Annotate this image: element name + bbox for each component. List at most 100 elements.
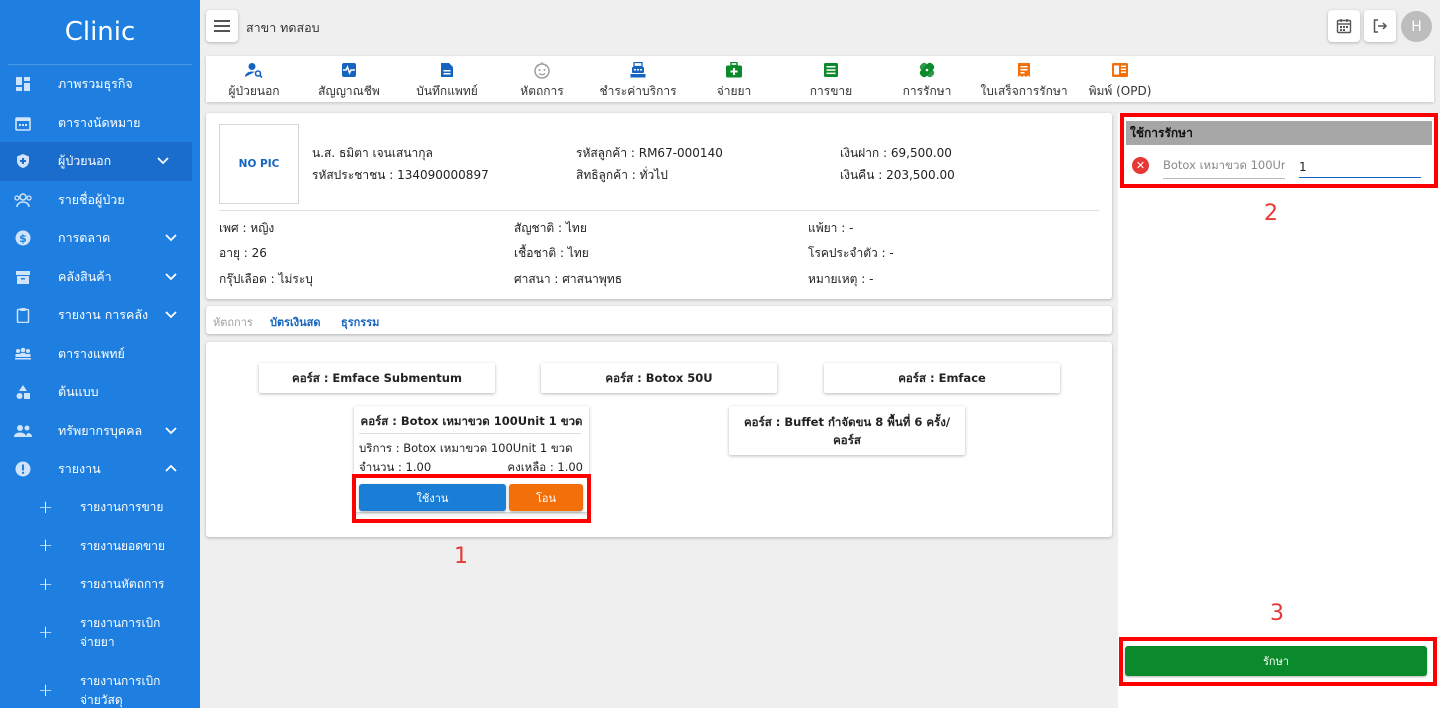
patient-sex: เพศ : หญิง (219, 221, 275, 235)
calendar-button[interactable] (1328, 10, 1360, 42)
tab-procedure[interactable]: หัตถการ (213, 313, 253, 331)
branch-label: สาขา ทดสอบ (246, 20, 320, 35)
patient-religion: ศาสนา : ศาสนาพุทธ (514, 272, 623, 286)
sidebar-subitem-label: รายงานหัตถการ (80, 577, 165, 592)
hamburger-icon (214, 20, 230, 32)
patient-blood: กรุ๊ปเลือด : ไม่ระบุ (219, 272, 313, 286)
dashboard-icon (14, 75, 32, 93)
sidebar-item-5[interactable]: คลังสินค้า (0, 258, 200, 297)
sidebar-item-6[interactable]: รายงาน การคลัง (0, 296, 200, 335)
plus-icon: + (38, 535, 54, 557)
sidebar-subitem-4[interactable]: + รายงานการเบิก จ่ายวัสดุ (0, 662, 200, 708)
team-icon (14, 422, 32, 440)
sidebar-nav: ภาพรวมธุรกิจตารางนัดหมายผู้ป่วยนอกรายชื่… (0, 65, 200, 489)
sales-list-icon (783, 61, 879, 79)
module-tab-label: หัตถการ (520, 84, 564, 98)
module-tab-cashier[interactable]: ชำระค่าบริการ (590, 61, 686, 101)
deposit-amount: เงินฝาก : 69,500.00 (840, 146, 952, 160)
user-search-icon (206, 61, 302, 79)
calendar-icon (14, 114, 32, 132)
module-tab-label: ชำระค่าบริการ (599, 84, 677, 98)
face-icon (494, 61, 590, 79)
module-tab-sales-list[interactable]: การขาย (783, 61, 879, 101)
course-emface-submentum[interactable]: คอร์ส : Emface Submentum (259, 363, 495, 393)
module-tab-label: การขาย (809, 84, 853, 98)
calendar-icon (1336, 19, 1352, 34)
plus-icon: + (38, 573, 54, 595)
sidebar-item-9[interactable]: ทรัพยากรบุคคล (0, 412, 200, 451)
sidebar-item-3[interactable]: รายชื่อผู้ป่วย (0, 181, 200, 220)
sidebar-item-7[interactable]: ตารางแพทย์ (0, 335, 200, 374)
module-tab-label: การรักษา (902, 84, 952, 98)
document-icon (399, 61, 495, 79)
bandage-icon (879, 61, 975, 79)
svg-text:$: $ (19, 232, 27, 245)
logout-button[interactable] (1364, 10, 1396, 42)
shapes-icon (14, 383, 32, 401)
module-tabs: ผู้ป่วยนอก สัญญาณชีพ บันทึกแพทย์ หัตถการ ชำร… (206, 56, 1434, 102)
tab-cash-card[interactable]: บัตรเงินสด (270, 313, 321, 331)
module-tab-medkit[interactable]: จ่ายยา (686, 61, 782, 101)
customer-code: รหัสลูกค้า : RM67-000140 (576, 146, 723, 160)
sidebar-subitem-1[interactable]: + รายงานยอดขาย (0, 527, 200, 566)
sidebar-item-10[interactable]: รายงาน (0, 450, 200, 489)
course-divider (359, 433, 581, 434)
course-buffet-hair-removal[interactable]: คอร์ส : Buffet กำจัดขน 8 พื้นที่ 6 ครั้ง… (729, 406, 965, 455)
sidebar-item-0[interactable]: ภาพรวมธุรกิจ (0, 65, 200, 104)
topbar: สาขา ทดสอบ H (206, 8, 1434, 44)
sidebar-item-label: ต้นแบบ (58, 384, 99, 400)
chevron-down-icon (164, 424, 178, 439)
patient-disease: โรคประจำตัว : - (808, 246, 894, 260)
patient-photo: NO PIC (219, 124, 299, 204)
course-emface[interactable]: คอร์ส : Emface (824, 363, 1060, 393)
refund-amount: เงินคืน : 203,500.00 (840, 168, 955, 182)
sidebar-item-8[interactable]: ต้นแบบ (0, 373, 200, 412)
module-tab-vital-signs[interactable]: สัญญาณชีพ (301, 61, 397, 101)
cashier-icon (590, 61, 686, 79)
chevron-down-icon (164, 308, 178, 323)
courses-card: คอร์ส : Emface Submentum คอร์ส : Botox 5… (206, 342, 1112, 537)
sidebar-subitem-0[interactable]: + รายงานการขาย (0, 489, 200, 528)
annotation-label-3: 3 (1270, 601, 1284, 626)
chevron-up-icon (164, 462, 178, 477)
menu-toggle-button[interactable] (206, 10, 238, 42)
module-tab-print[interactable]: พิมพ์ (OPD) (1072, 61, 1168, 101)
chevron-down-icon (156, 154, 170, 169)
sidebar-subnav: + รายงานการขาย + รายงานยอดขาย + รายงานหัตถการ… (0, 489, 200, 708)
module-tab-receipt[interactable]: ใบเสร็จการรักษา (976, 61, 1072, 101)
vital-signs-icon (301, 61, 397, 79)
module-tab-document[interactable]: บันทึกแพทย์ (399, 61, 495, 101)
sidebar-subitem-3[interactable]: + รายงานการเบิก จ่ายยา (0, 604, 200, 662)
tab-transaction[interactable]: ธุรกรรม (341, 313, 379, 331)
sidebar-item-label: ทรัพยากรบุคคล (58, 422, 143, 438)
module-tab-label: บันทึกแพทย์ (416, 84, 478, 98)
sidebar-subitem-2[interactable]: + รายงานหัตถการ (0, 566, 200, 605)
sidebar-item-label: รายชื่อผู้ป่วย (58, 191, 125, 207)
sidebar-item-label: ผู้ป่วยนอก (58, 153, 112, 169)
sidebar-item-1[interactable]: ตารางนัดหมาย (0, 104, 200, 143)
module-tab-bandage[interactable]: การรักษา (879, 61, 975, 101)
module-tab-face[interactable]: หัตถการ (494, 61, 590, 101)
annotation-box-3 (1119, 637, 1437, 686)
module-tab-user-search[interactable]: ผู้ป่วยนอก (206, 61, 302, 101)
dollar-icon: $ (14, 229, 32, 247)
module-tab-label: ใบเสร็จการรักษา (980, 84, 1068, 98)
plus-icon: + (38, 496, 54, 518)
sidebar-item-label: ตารางนัดหมาย (58, 114, 141, 130)
people-icon (14, 191, 32, 209)
sidebar-item-label: ภาพรวมธุรกิจ (58, 76, 133, 92)
patient-card: NO PIC น.ส. ธมิตา เจนเสนากุล รหัสประชาชน… (206, 113, 1112, 299)
customer-right: สิทธิลูกค้า : ทั่วไป (576, 168, 668, 182)
avatar[interactable]: H (1401, 11, 1432, 42)
archive-icon (14, 268, 32, 286)
course-service: บริการ : Botox เหมาขวด 100Unit 1 ขวด (359, 441, 573, 455)
course-botox-50u[interactable]: คอร์ส : Botox 50U (541, 363, 777, 393)
sidebar-item-4[interactable]: $ การตลาด (0, 219, 200, 258)
sidebar-subitem-label: รายงานยอดขาย (80, 538, 166, 553)
annotation-label-1: 1 (454, 544, 468, 569)
sidebar-item-2[interactable]: ผู้ป่วยนอก (0, 142, 192, 181)
patient-name: น.ส. ธมิตา เจนเสนากุล (312, 146, 433, 160)
sidebar-subitem-label: รายงานการเบิก จ่ายวัสดุ (80, 674, 161, 707)
annotation-box-2 (1120, 113, 1438, 188)
module-tab-label: พิมพ์ (OPD) (1088, 84, 1152, 98)
